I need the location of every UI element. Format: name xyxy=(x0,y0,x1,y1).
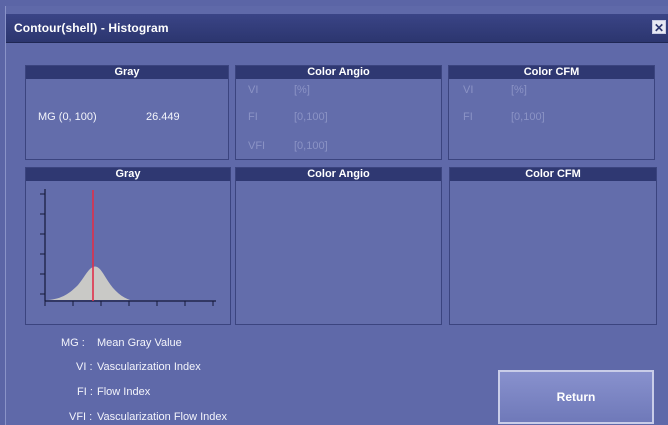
color-angio-stats-panel: Color Angio VI [%] FI [0,100] VFI [0,100… xyxy=(235,65,442,160)
legend-mg-text: Mean Gray Value xyxy=(97,337,182,349)
color-angio-histogram-panel: Color Angio xyxy=(235,167,442,325)
mg-label: MG (0, 100) xyxy=(38,111,97,123)
color-cfm-stats-header: Color CFM xyxy=(449,66,654,79)
legend-fi-abbr: FI : xyxy=(77,386,93,398)
gray-stats-panel: Gray MG (0, 100) 26.449 xyxy=(25,65,229,160)
color-angio-histogram-header: Color Angio xyxy=(236,168,441,181)
cfm-fi-value: [0,100] xyxy=(511,111,545,123)
legend-mg-abbr: MG : xyxy=(61,337,85,349)
angio-vfi-label: VFI xyxy=(248,140,266,152)
angio-vi-label: VI xyxy=(248,84,259,96)
gray-stats-header: Gray xyxy=(26,66,228,79)
return-button[interactable]: Return xyxy=(498,370,654,424)
angio-vfi-value: [0,100] xyxy=(294,140,328,152)
legend-vfi-abbr: VFI : xyxy=(69,411,93,423)
legend-vfi-text: Vascularization Flow Index xyxy=(97,411,228,423)
close-icon[interactable]: ✕ xyxy=(652,20,666,35)
angio-fi-label: FI xyxy=(248,111,258,123)
window-title: Contour(shell) - Histogram xyxy=(14,21,169,35)
color-angio-stats-header: Color Angio xyxy=(236,66,441,79)
cfm-vi-label: VI xyxy=(463,84,474,96)
color-cfm-histogram-panel: Color CFM xyxy=(449,167,657,325)
color-cfm-stats-panel: Color CFM VI [%] FI [0,100] xyxy=(448,65,655,160)
cfm-vi-value: [%] xyxy=(511,84,527,96)
legend-vi-text: Vascularization Index xyxy=(97,361,201,373)
gray-histogram-plot xyxy=(40,189,216,306)
cfm-fi-label: FI xyxy=(463,111,473,123)
color-cfm-histogram-header: Color CFM xyxy=(450,168,656,181)
angio-fi-value: [0,100] xyxy=(294,111,328,123)
title-bar: Contour(shell) - Histogram ✕ xyxy=(6,14,668,43)
mg-value: 26.449 xyxy=(146,111,180,123)
gray-histogram-panel: Gray xyxy=(25,167,231,325)
legend-fi-text: Flow Index xyxy=(97,386,151,398)
angio-vi-value: [%] xyxy=(294,84,310,96)
gray-histogram-header: Gray xyxy=(26,168,230,181)
histogram-distribution xyxy=(48,266,130,300)
legend-vi-abbr: VI : xyxy=(76,361,93,373)
